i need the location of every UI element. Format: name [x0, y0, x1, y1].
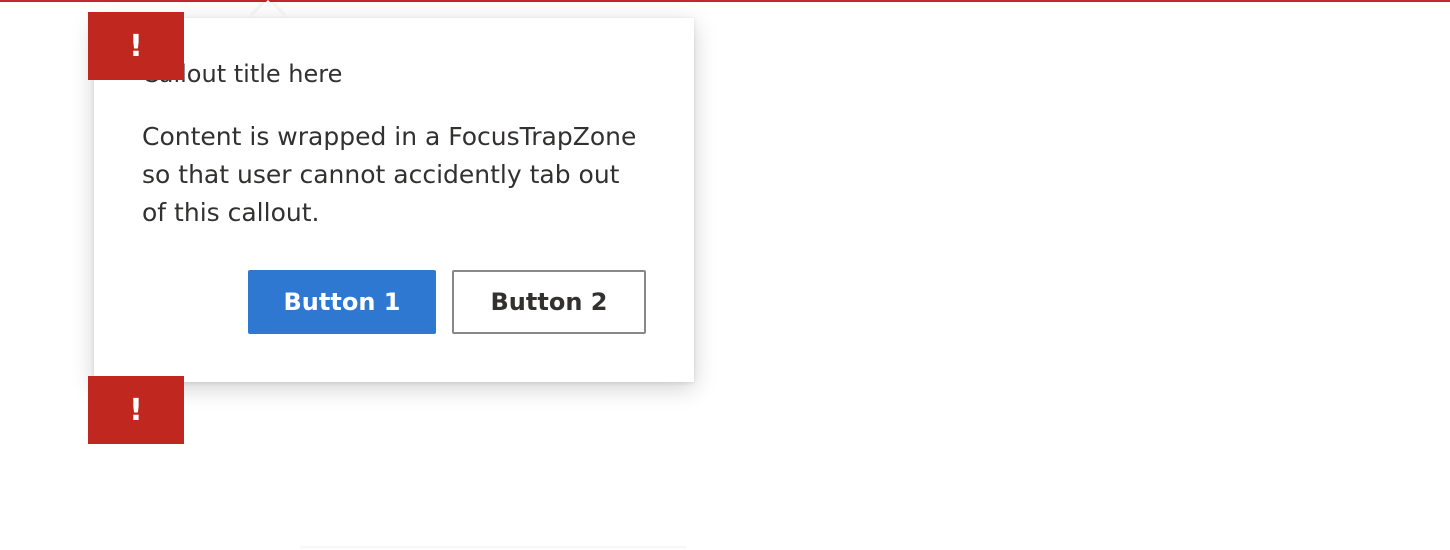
alert-icon: ! [88, 12, 184, 80]
callout-dialog: Callout title here Content is wrapped in… [94, 18, 694, 382]
alert-icon: ! [88, 376, 184, 444]
top-focus-rule [0, 0, 1450, 2]
underlying-surface-edge [300, 546, 686, 550]
alert-glyph: ! [129, 392, 143, 428]
button-2[interactable]: Button 2 [452, 270, 646, 334]
callout-actions: Button 1 Button 2 [248, 270, 646, 334]
alert-glyph: ! [129, 28, 143, 64]
callout-body-text: Content is wrapped in a FocusTrapZone so… [142, 122, 637, 227]
button-1[interactable]: Button 1 [248, 270, 436, 334]
